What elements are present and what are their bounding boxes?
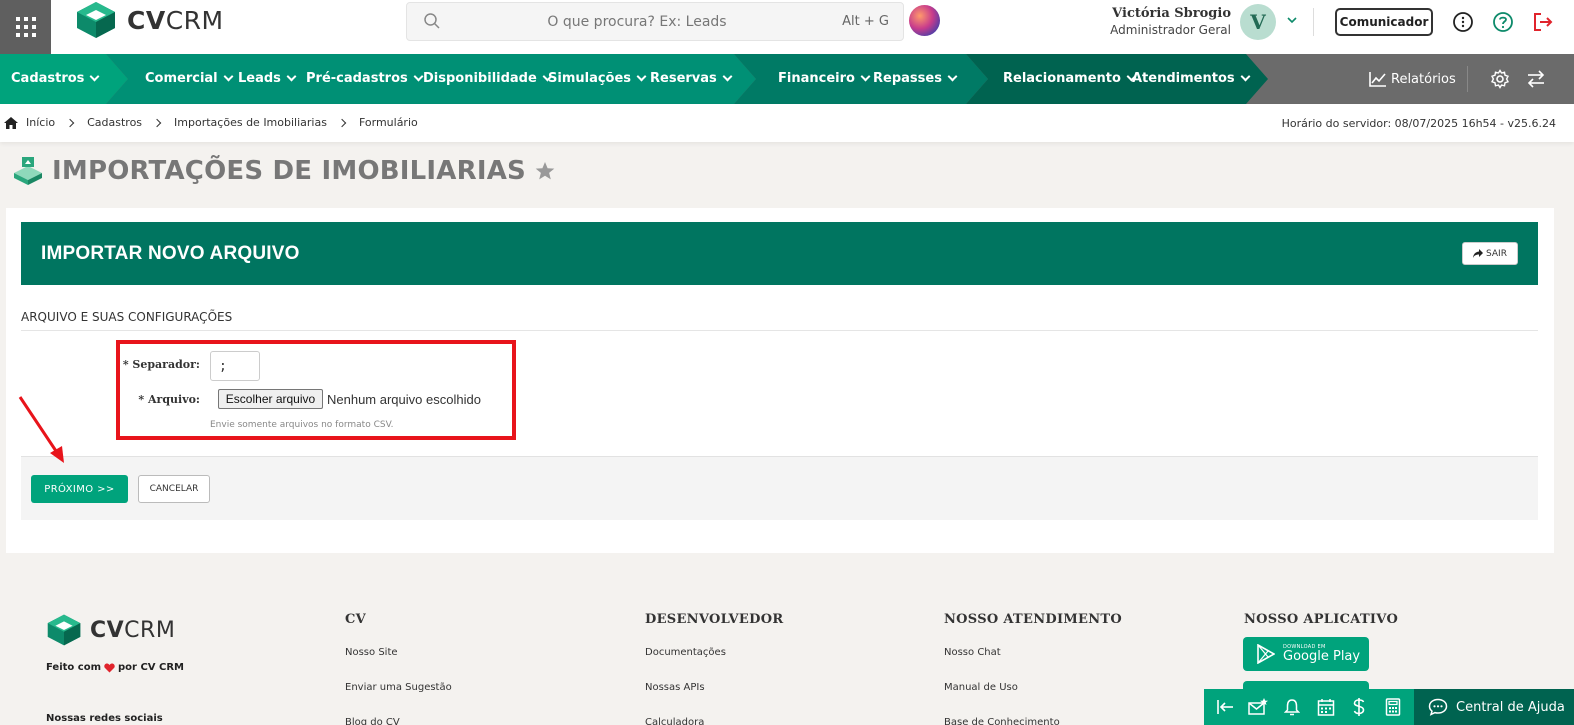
logout-icon[interactable] [1532, 11, 1554, 33]
info-icon[interactable] [1452, 11, 1474, 33]
sair-button[interactable]: SAIR [1462, 242, 1518, 265]
next-button[interactable]: PRÓXIMO >> [31, 475, 128, 503]
server-time: Horário do servidor: 08/07/2025 16h54 - … [1281, 117, 1556, 130]
footer-col-title-cv: CV [345, 612, 367, 627]
footer-col-title-aplicativo: NOSSO APLICATIVO [1244, 612, 1399, 627]
calculator-icon[interactable] [1383, 697, 1403, 717]
share-arrow-icon [1473, 249, 1484, 258]
bell-icon[interactable] [1282, 697, 1302, 717]
footer-link-documentacoes[interactable]: Documentações [645, 647, 726, 658]
avatar[interactable]: V [1240, 4, 1276, 40]
cvcrm-logo[interactable]: CVCRM [75, 0, 224, 40]
panel-header-title: IMPORTAR NOVO ARQUIVO [41, 243, 300, 264]
nav-item-leads[interactable]: Leads [238, 71, 297, 86]
breadcrumb-importacoes[interactable]: Importações de Imobiliarias [174, 116, 327, 129]
actions-bar: PRÓXIMO >> CANCELAR [21, 456, 1538, 520]
chevron-right-icon [337, 118, 347, 127]
footer-social-label: Nossas redes sociais [46, 713, 163, 724]
swap-arrows-icon[interactable] [1526, 69, 1546, 89]
nav-item-simulacoes[interactable]: Simulações [548, 71, 647, 86]
section-label: ARQUIVO E SUAS CONFIGURAÇÕES [21, 310, 233, 324]
calendar-icon[interactable] [1316, 697, 1336, 717]
chart-line-icon [1369, 72, 1386, 87]
user-info[interactable]: Victória Sbrogio Administrador Geral [1110, 6, 1231, 38]
nav-item-cadastros[interactable]: Cadastros [11, 71, 100, 86]
main-nav: Cadastros Comercial Leads Pré-cadastros … [0, 54, 1574, 104]
dollar-icon[interactable] [1349, 697, 1369, 717]
nav-item-atendimentos[interactable]: Atendimentos [1132, 71, 1251, 86]
footer-link-blog[interactable]: Blog do CV [345, 717, 400, 725]
heart-icon [104, 663, 115, 672]
nav-divider [1467, 66, 1468, 92]
user-role: Administrador Geral [1110, 23, 1231, 37]
apps-grid-icon [15, 17, 36, 37]
footer-link-base-conhecimento[interactable]: Base de Conhecimento [944, 717, 1060, 725]
nav-item-repasses[interactable]: Repasses [873, 71, 958, 86]
cvcrm-logo-icon [77, 2, 115, 38]
google-play-badge[interactable]: DOWNLOAD EM Google Play [1243, 637, 1369, 671]
help-center-button[interactable]: Central de Ajuda [1414, 689, 1574, 725]
nav-item-reservas[interactable]: Reservas [650, 71, 733, 86]
top-bar: CVCRM Alt + G Victória Sbrogio Administr… [0, 0, 1574, 54]
nav-item-relatorios[interactable]: Relatórios [1369, 71, 1456, 87]
breadcrumb-bar: Início Cadastros Importações de Imobilia… [0, 104, 1574, 142]
search-input[interactable] [447, 3, 827, 40]
breadcrumb: Início Cadastros Importações de Imobilia… [4, 116, 418, 129]
nav-item-disponibilidade[interactable]: Disponibilidade [423, 71, 553, 86]
home-icon[interactable] [4, 116, 18, 129]
chat-bubble-icon [1428, 698, 1448, 716]
footer-link-chat[interactable]: Nosso Chat [944, 647, 1001, 658]
footer-link-manual[interactable]: Manual de Uso [944, 682, 1018, 693]
highlight-box [116, 340, 516, 440]
footer-link-calculadora[interactable]: Calculadora [645, 717, 704, 725]
chevron-right-icon [65, 118, 75, 127]
footer-link-apis[interactable]: Nossas APIs [645, 682, 705, 693]
nav-item-financeiro[interactable]: Financeiro [778, 71, 871, 86]
cancel-button[interactable]: CANCELAR [138, 475, 210, 503]
help-icon[interactable] [1492, 11, 1514, 33]
breadcrumb-formulario: Formulário [358, 116, 418, 129]
panel-header: IMPORTAR NOVO ARQUIVO SAIR [21, 222, 1538, 285]
nav-item-relacionamento[interactable]: Relacionamento [1003, 71, 1137, 86]
collapse-left-icon[interactable] [1215, 697, 1235, 717]
mail-star-icon[interactable] [1248, 697, 1269, 717]
user-name: Victória Sbrogio [1112, 6, 1231, 21]
cvcrm-logo-icon [47, 614, 81, 646]
chevron-right-icon [152, 118, 162, 127]
google-play-icon [1257, 644, 1275, 664]
footer-link-nosso-site[interactable]: Nosso Site [345, 647, 398, 658]
star-favorite-icon[interactable] [534, 160, 556, 182]
gear-icon[interactable] [1490, 69, 1510, 89]
imobiliaria-import-icon [14, 157, 42, 185]
footer-link-sugestao[interactable]: Enviar uma Sugestão [345, 682, 452, 693]
breadcrumb-inicio[interactable]: Início [26, 116, 55, 129]
search-icon [424, 13, 440, 29]
logo-text: CVCRM [127, 5, 224, 35]
footer-col-title-atendimento: NOSSO ATENDIMENTO [944, 612, 1123, 627]
footer-logo[interactable]: CVCRM [46, 612, 175, 648]
ai-assistant-orb[interactable] [909, 5, 940, 36]
apps-menu-button[interactable] [0, 0, 51, 54]
section-divider [21, 330, 1538, 331]
comunicador-button[interactable]: Comunicador [1335, 8, 1433, 36]
bottom-dock [1204, 689, 1414, 725]
footer-made-with: Feito com por CV CRM [46, 662, 184, 673]
footer-logo-text: CVCRM [90, 617, 176, 643]
page-title: IMPORTAÇÕES DE IMOBILIARIAS [52, 156, 526, 186]
global-search[interactable]: Alt + G [406, 2, 904, 41]
import-panel: IMPORTAR NOVO ARQUIVO SAIR ARQUIVO E SUA… [6, 208, 1554, 553]
breadcrumb-cadastros[interactable]: Cadastros [87, 116, 142, 129]
annotation-arrow [18, 396, 64, 463]
divider [1313, 8, 1314, 36]
search-shortcut: Alt + G [842, 14, 889, 29]
chevron-down-icon[interactable] [1286, 14, 1298, 26]
footer-col-title-desenvolvedor: DESENVOLVEDOR [645, 612, 784, 627]
nav-item-comercial[interactable]: Comercial [145, 71, 234, 86]
nav-item-pre-cadastros[interactable]: Pré-cadastros [306, 71, 424, 86]
page-title-wrap: IMPORTAÇÕES DE IMOBILIARIAS [12, 156, 556, 186]
